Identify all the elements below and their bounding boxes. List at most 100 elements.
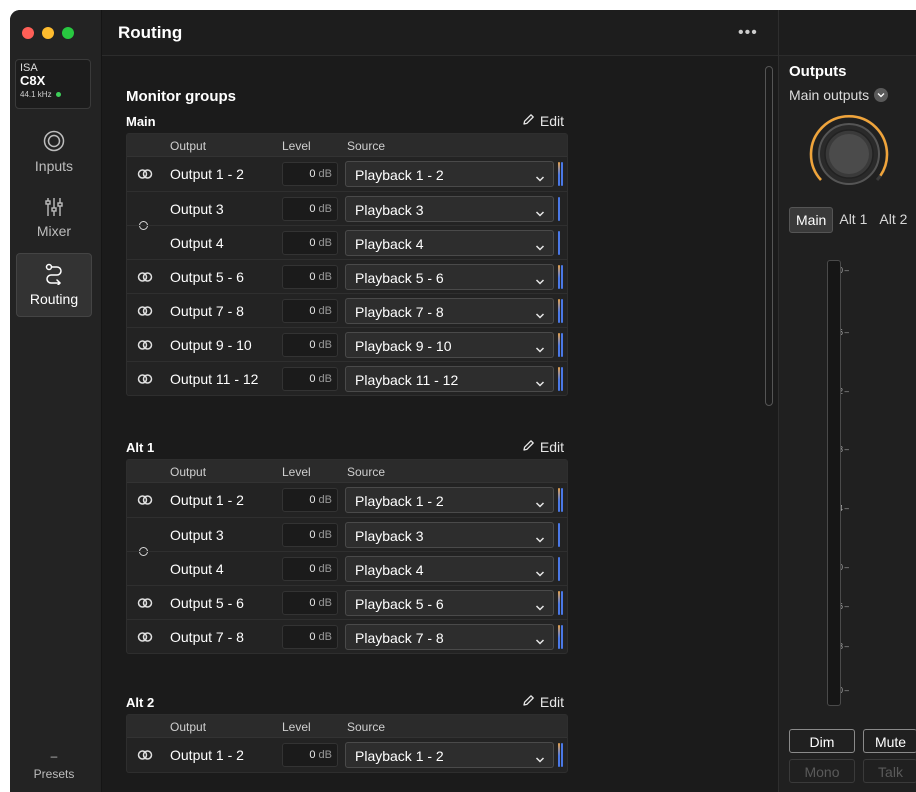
source-select[interactable]: Playback 7 - 8	[345, 624, 554, 650]
column-level: Level	[282, 720, 311, 734]
level-unit: dB	[318, 494, 332, 506]
source-select[interactable]: Playback 9 - 10	[345, 332, 554, 358]
source-select[interactable]: Playback 7 - 8	[345, 298, 554, 324]
source-value: Playback 4	[355, 562, 424, 578]
tab-main[interactable]: Main	[789, 207, 834, 233]
table-header: Output Level Source	[127, 715, 567, 738]
table-row: Output 4 0 dB Playback 4	[127, 225, 567, 259]
chevron-down-icon	[535, 599, 545, 615]
presets-button[interactable]: – Presets	[16, 740, 92, 790]
zoom-window-button[interactable]	[62, 27, 74, 39]
source-select[interactable]: Playback 3	[345, 522, 554, 548]
level-field[interactable]: 0 dB	[282, 625, 338, 649]
output-name: Output 3	[170, 201, 224, 217]
level-field[interactable]: 0 dB	[282, 299, 338, 323]
edit-button[interactable]: Edit	[522, 439, 564, 455]
mono-button[interactable]: Mono	[789, 759, 855, 783]
tab-alt-2[interactable]: Alt 2	[873, 207, 913, 233]
level-field[interactable]: 0 dB	[282, 523, 338, 547]
ellipsis-icon[interactable]: •••	[738, 24, 758, 42]
chevron-down-icon	[535, 531, 545, 547]
level-value: 0	[309, 597, 316, 609]
minimize-window-button[interactable]	[42, 27, 54, 39]
group-header: Alt 2 Edit	[126, 690, 568, 714]
level-field[interactable]: 0 dB	[282, 162, 338, 186]
tab-alt-1[interactable]: Alt 1	[833, 207, 873, 233]
source-value: Playback 9 - 10	[355, 338, 452, 354]
stereo-link-icon[interactable]	[137, 748, 153, 762]
level-value: 0	[309, 339, 316, 351]
sidebar-item-routing[interactable]: Routing	[16, 253, 92, 317]
source-value: Playback 1 - 2	[355, 493, 444, 509]
pencil-icon	[522, 694, 535, 710]
dim-button[interactable]: Dim	[789, 729, 855, 753]
stereo-link-icon[interactable]	[137, 630, 153, 644]
source-select[interactable]: Playback 11 - 12	[345, 366, 554, 392]
level-field[interactable]: 0 dB	[282, 197, 338, 221]
source-select[interactable]: Playback 1 - 2	[345, 487, 554, 513]
level-value: 0	[309, 494, 316, 506]
presets-dash: –	[50, 749, 58, 763]
edit-button[interactable]: Edit	[522, 694, 564, 710]
chevron-down-icon	[535, 205, 545, 221]
stereo-link-icon[interactable]	[137, 372, 153, 386]
sidebar-item-inputs[interactable]: Inputs	[16, 120, 92, 184]
level-field[interactable]: 0 dB	[282, 367, 338, 391]
header: Routing •••	[102, 10, 778, 56]
sidebar-item-mixer[interactable]: Mixer	[16, 186, 92, 250]
column-source: Source	[347, 465, 386, 479]
monitor-group: Alt 1 Edit Output Level Source Output 1 - 2 0 …	[126, 435, 568, 654]
outputs-selector[interactable]: Main outputs	[789, 87, 889, 103]
source-select[interactable]: Playback 3	[345, 196, 554, 222]
table-header: Output Level Source	[127, 460, 567, 483]
source-select[interactable]: Playback 5 - 6	[345, 264, 554, 290]
routing-content: Monitor groups Main Edit Output Level Source…	[102, 57, 778, 792]
sample-rate: 44.1 kHz	[20, 90, 86, 99]
level-unit: dB	[318, 597, 332, 609]
mute-button[interactable]: Mute	[863, 729, 916, 753]
source-select[interactable]: Playback 4	[345, 230, 554, 256]
meter-bar	[561, 333, 563, 357]
level-field[interactable]: 0 dB	[282, 591, 338, 615]
chevron-down-icon	[535, 565, 545, 581]
chevron-down-icon	[535, 633, 545, 649]
meter-bar	[558, 231, 560, 255]
source-select[interactable]: Playback 1 - 2	[345, 742, 554, 768]
group-header: Alt 1 Edit	[126, 435, 568, 459]
table-row: Output 9 - 10 0 dB Playback 9 - 10	[127, 327, 567, 361]
source-select[interactable]: Playback 4	[345, 556, 554, 582]
source-select[interactable]: Playback 5 - 6	[345, 590, 554, 616]
talk-button[interactable]: Talk	[863, 759, 916, 783]
level-field[interactable]: 0 dB	[282, 231, 338, 255]
stereo-link-icon[interactable]	[137, 304, 153, 318]
level-field[interactable]: 0 dB	[282, 333, 338, 357]
source-value: Playback 5 - 6	[355, 596, 444, 612]
source-value: Playback 3	[355, 202, 424, 218]
stereo-link-icon[interactable]	[137, 596, 153, 610]
group-name: Alt 1	[126, 440, 155, 455]
level-field[interactable]: 0 dB	[282, 265, 338, 289]
table-row: Output 7 - 8 0 dB Playback 7 - 8	[127, 293, 567, 327]
signal-meter	[558, 523, 564, 547]
table-row: Output 1 - 2 0 dB Playback 1 - 2	[127, 483, 567, 517]
level-field[interactable]: 0 dB	[282, 488, 338, 512]
source-select[interactable]: Playback 1 - 2	[345, 161, 554, 187]
close-window-button[interactable]	[22, 27, 34, 39]
volume-knob[interactable]	[809, 110, 889, 194]
level-unit: dB	[318, 339, 332, 351]
scrollbar[interactable]	[765, 66, 773, 406]
edit-button[interactable]: Edit	[522, 113, 564, 129]
signal-meter	[558, 625, 564, 649]
level-unit: dB	[318, 631, 332, 643]
meter-bar	[561, 162, 563, 186]
level-field[interactable]: 0 dB	[282, 557, 338, 581]
level-unit: dB	[318, 749, 332, 761]
level-field[interactable]: 0 dB	[282, 743, 338, 767]
stereo-link-icon[interactable]	[137, 338, 153, 352]
output-table: Output Level Source Output 1 - 2 0 dB Playbac…	[126, 133, 568, 396]
device-selector[interactable]: ISA C8X 44.1 kHz	[15, 59, 91, 109]
stereo-link-icon[interactable]	[137, 493, 153, 507]
stereo-link-icon[interactable]	[137, 167, 153, 181]
meter-bar	[558, 557, 560, 581]
stereo-link-icon[interactable]	[137, 270, 153, 284]
